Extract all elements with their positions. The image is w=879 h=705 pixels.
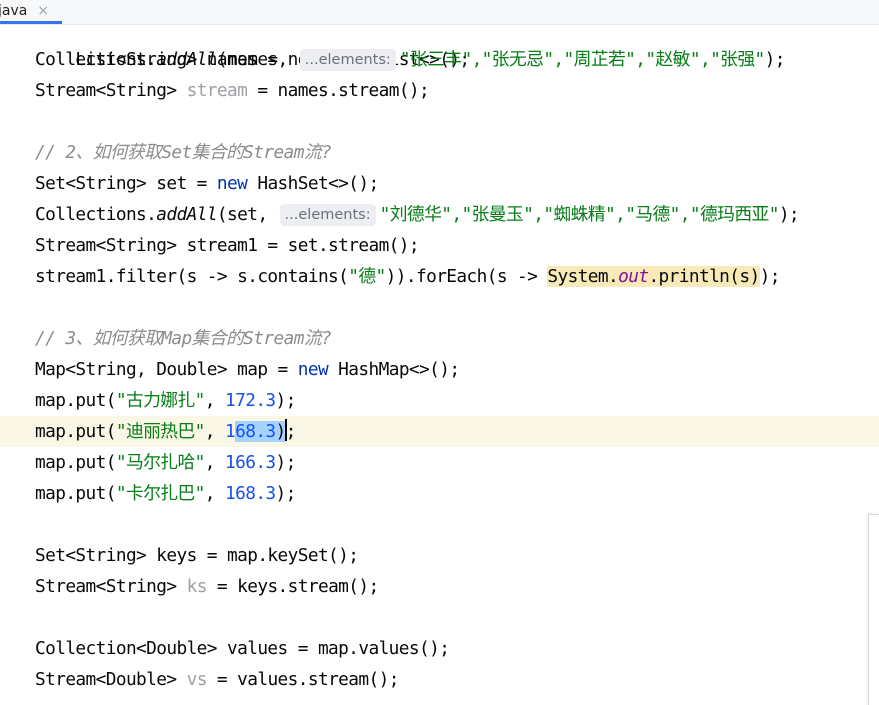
string-literal: "卡尔扎巴": [115, 483, 206, 504]
code-line[interactable]: Collections.addAll(names, ...elements: "张…: [0, 44, 879, 75]
code-text: map.put(: [35, 390, 116, 411]
code-text: HashSet<>();: [247, 173, 379, 194]
code-line[interactable]: Collection<Double> values = map.values()…: [0, 633, 879, 664]
code-text: );: [275, 483, 297, 504]
number-literal: 166.3: [225, 452, 276, 473]
code-text: Stream<String>: [35, 576, 187, 597]
code-text: );: [275, 452, 297, 473]
code-line[interactable]: Stream<String> stream = names.stream();: [0, 75, 879, 106]
keyword: new: [297, 359, 329, 380]
string-literal: "迪丽热巴": [115, 421, 206, 442]
code-line[interactable]: // 2、如何获取Set集合的Stream流?: [0, 137, 879, 168]
unused-variable: vs: [186, 669, 208, 690]
code-text: (set,: [216, 204, 278, 225]
code-text: )).forEach(s ->: [385, 266, 548, 287]
editor-tab[interactable]: java ×: [0, 0, 62, 24]
code-line[interactable]: Stream<String> ks = keys.stream();: [0, 571, 879, 602]
text-selection: 68.3): [235, 421, 286, 442]
code-text: Map<String, Double> map =: [35, 359, 298, 380]
code-text: = values.stream();: [206, 669, 400, 690]
code-text: = names.stream();: [247, 80, 430, 101]
number-literal: 68.3: [235, 421, 276, 442]
parameter-hint: ...elements:: [299, 49, 396, 71]
number-literal: 1: [225, 421, 236, 442]
code-text: = keys.stream();: [206, 576, 379, 597]
code-text: ,: [204, 452, 225, 473]
code-text: ;: [285, 421, 297, 442]
number-literal: 168.3: [225, 483, 276, 504]
code-text: Collections.: [35, 204, 157, 225]
code-line[interactable]: stream1.filter(s -> s.contains("德")).for…: [0, 261, 879, 292]
code-text: map.put(: [35, 452, 116, 473]
current-code-line[interactable]: map.put("迪丽热巴", 168.3);: [0, 416, 879, 447]
code-line[interactable]: Stream<String> stream1 = set.stream();: [0, 230, 879, 261]
code-comment: // 3、如何获取Map集合的Stream流?: [35, 328, 332, 349]
string-literal: "古力娜扎": [115, 390, 206, 411]
code-line[interactable]: map.put("马尔扎哈", 166.3);: [0, 447, 879, 478]
close-icon[interactable]: ×: [37, 3, 49, 19]
code-line[interactable]: Set<String> keys = map.keySet();: [0, 540, 879, 571]
string-literal: "德": [348, 266, 386, 287]
code-line[interactable]: // 3、如何获取Map集合的Stream流?: [0, 323, 879, 354]
code-text: Stream<Double>: [35, 669, 187, 690]
code-text: Stream<String>: [35, 80, 187, 101]
code-line[interactable]: Set<String> set = new HashSet<>();: [0, 168, 879, 199]
code-text: );: [764, 49, 786, 70]
method-name: addAll: [156, 49, 217, 70]
editor-tab-bar: java ×: [0, 0, 879, 25]
string-literal: "张三丰","张无忌","周芷若","赵敏","张强": [399, 49, 765, 70]
highlighted-expression: System.out.println(s): [547, 266, 760, 287]
code-text: .println(s): [648, 266, 760, 287]
code-line[interactable]: Stream<Double> vs = values.stream();: [0, 664, 879, 695]
code-text: Set<String> set =: [35, 173, 217, 194]
code-text: Collections.: [35, 49, 157, 70]
code-text: System.: [547, 266, 619, 287]
code-text: );: [275, 390, 297, 411]
code-text: stream1.filter(s -> s.contains(: [35, 266, 349, 287]
code-text: map.put(: [35, 483, 116, 504]
code-text: ,: [204, 421, 225, 442]
code-line[interactable]: map.put("卡尔扎巴", 168.3);: [0, 478, 879, 509]
string-literal: "刘德华","张曼玉","蜘蛛精","马德","德玛西亚": [379, 204, 780, 225]
popup-panel-edge: [868, 514, 879, 705]
string-literal: "马尔扎哈": [115, 452, 206, 473]
code-text: Stream<String> stream1 = set.stream();: [35, 235, 420, 256]
code-text: );: [759, 266, 781, 287]
code-line[interactable]: Map<String, Double> map = new HashMap<>(…: [0, 354, 879, 385]
unused-variable: stream: [186, 80, 248, 101]
code-text: );: [778, 204, 800, 225]
code-text: map.put(: [35, 421, 116, 442]
static-field: out: [618, 266, 649, 287]
code-comment: // 2、如何获取Set集合的Stream流?: [35, 142, 332, 163]
keyword: new: [216, 173, 248, 194]
code-text: Set<String> keys = map.keySet();: [35, 545, 359, 566]
code-text: ,: [204, 483, 225, 504]
method-name: addAll: [156, 204, 217, 225]
code-line[interactable]: Collections.addAll(set, ...elements: "刘德华…: [0, 199, 879, 230]
parameter-hint: ...elements:: [279, 204, 376, 226]
code-text: HashMap<>();: [328, 359, 460, 380]
code-text: (names,: [216, 49, 298, 70]
code-line[interactable]: map.put("古力娜扎", 172.3);: [0, 385, 879, 416]
code-text: ,: [204, 390, 225, 411]
number-literal: 172.3: [225, 390, 276, 411]
unused-variable: ks: [186, 576, 208, 597]
tab-label: java: [0, 2, 28, 19]
code-text: Collection<Double> values = map.values()…: [35, 638, 450, 659]
